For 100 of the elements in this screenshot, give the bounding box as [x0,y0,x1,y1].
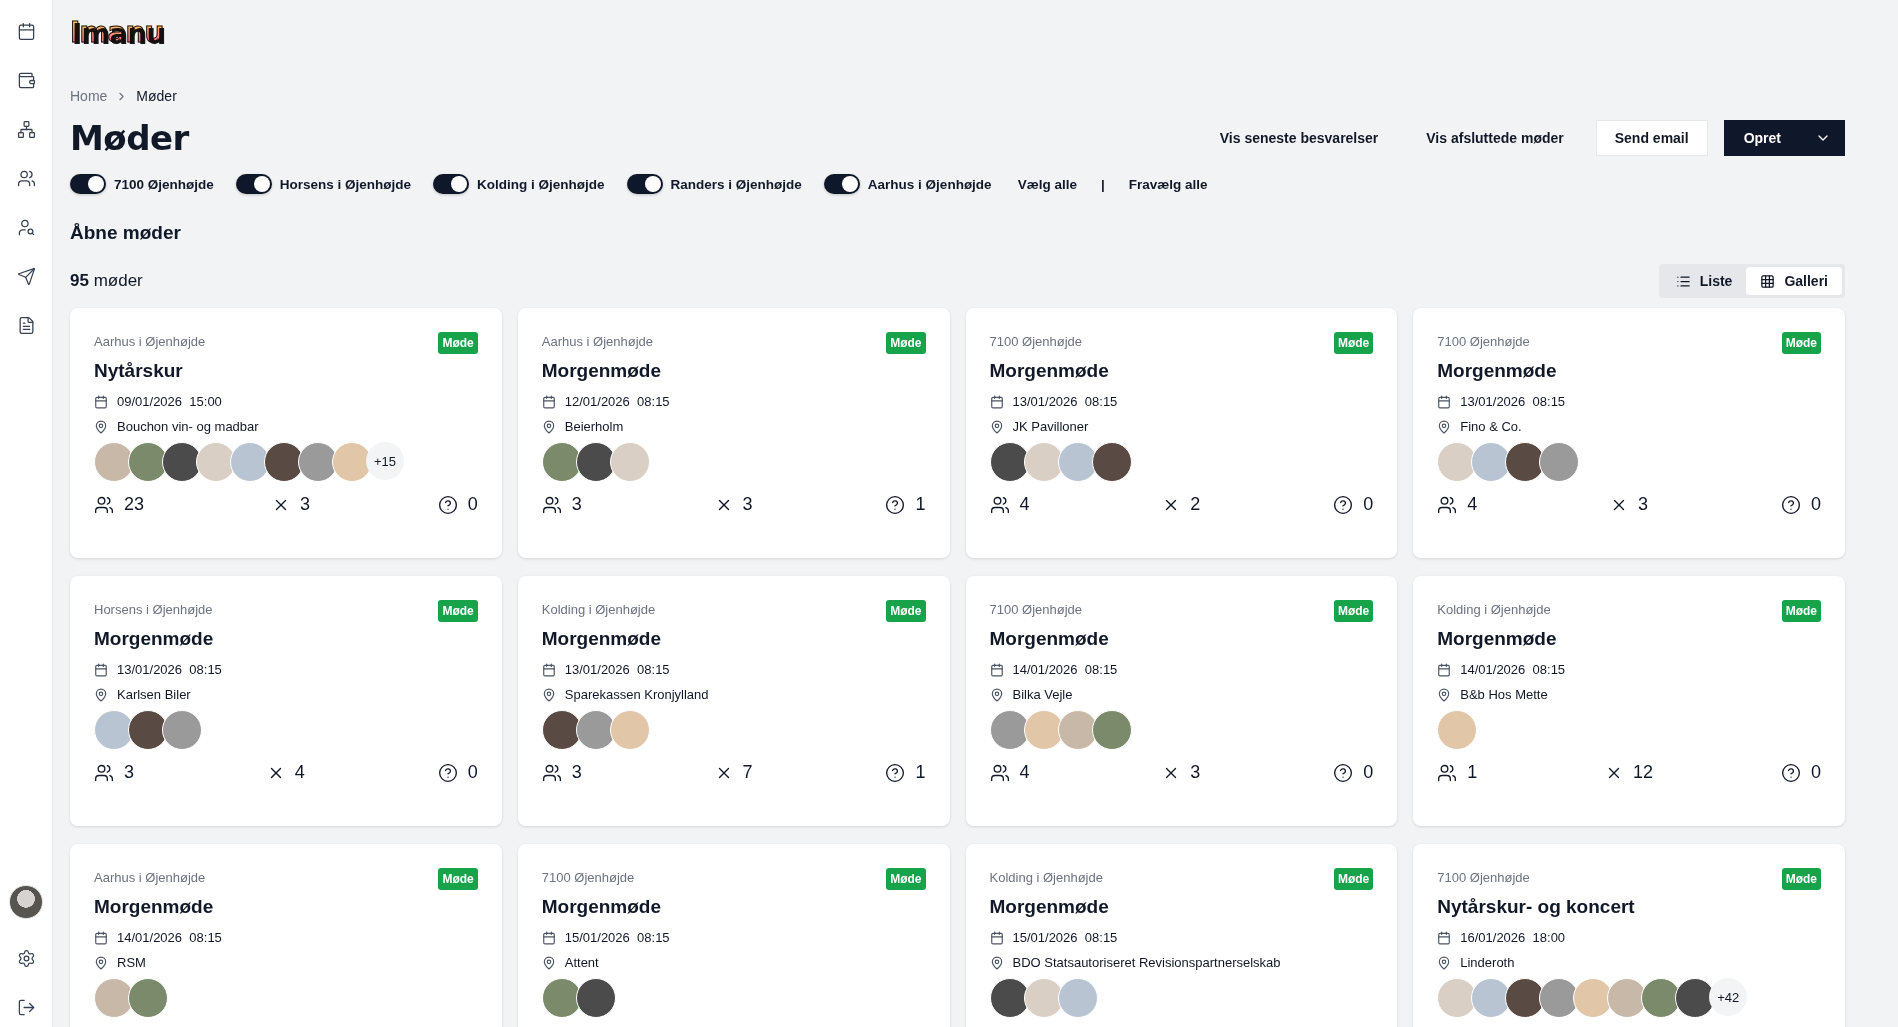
meeting-card[interactable]: Kolding i Øjenhøjde Møde Morgenmøde 15/01/2026 08:15 BDO Statsautoriseret Revisionspartnerselskab [965,844,1398,1027]
view-tab[interactable]: Liste [1661,267,1747,295]
type-tag: Møde [1781,600,1821,622]
grid-icon [1760,273,1776,289]
filter-label: Horsens i Øjenhøjde [279,176,412,192]
avatar [609,442,650,482]
toggle-switch[interactable] [823,174,860,194]
unknown-count: 0 [467,762,478,783]
meeting-card[interactable]: Aarhus i Øjenhøjde Møde Morgenmøde 14/01/2026 08:15 RSM [70,844,502,1027]
meeting-location: RSM [117,955,146,970]
group-name: Horsens i Øjenhøjde [94,602,213,617]
group-name: 7100 Øjenhøjde [989,334,1082,349]
users-icon [1437,762,1458,783]
hierarchy-icon[interactable] [16,120,36,139]
group-name: Kolding i Øjenhøjde [541,602,656,617]
meeting-card[interactable]: 7100 Øjenhøjde Møde Morgenmøde 15/01/2026 08:15 Attent [517,844,950,1027]
page-title: Møder [70,118,189,158]
type-tag: Møde [1781,868,1821,890]
unknown-count: 0 [1811,762,1821,783]
users-icon[interactable] [16,169,36,188]
more-count: +15 [366,442,404,480]
help-icon [437,762,458,783]
toggle-switch[interactable] [235,174,272,194]
users-icon [94,494,114,515]
user-search-icon[interactable] [16,218,36,237]
attending-count: 4 [1019,762,1030,783]
help-icon [1333,762,1354,783]
meeting-location: Fino & Co. [1460,419,1522,434]
declined-count: 3 [299,494,310,515]
group-name: 7100 Øjenhøjde [989,602,1082,617]
deselect-all-link[interactable]: Fravælg alle [1124,176,1212,192]
unknown-count: 1 [915,494,926,515]
avatar [162,710,202,750]
meeting-card[interactable]: Aarhus i Øjenhøjde Møde Morgenmøde 12/01/2026 08:15 Beierholm 3 3 1 [517,308,950,558]
declined-count: 3 [1638,494,1649,515]
avatar [128,978,168,1018]
unknown-count: 0 [1363,494,1374,515]
toggle-switch[interactable] [626,174,663,194]
attending-count: 23 [124,494,145,515]
meeting-card[interactable]: Aarhus i Øjenhøjde Møde Nytårskur 09/01/2026 15:00 Bouchon vin- og madbar +15 23 3 0 [70,308,502,558]
meeting-title: Morgenmøde [94,896,215,918]
help-icon [885,762,906,783]
meeting-card[interactable]: 7100 Øjenhøjde Møde Morgenmøde 13/01/2026 08:15 JK Pavilloner 4 2 0 [965,308,1398,558]
meeting-date: 13/01/2026 08:15 [1012,394,1118,409]
meeting-location: Beierholm [564,419,624,434]
meeting-location: B&b Hos Mette [1460,687,1548,702]
declined-count: 12 [1633,762,1654,783]
attending-count: 3 [571,762,582,783]
group-name: 7100 Øjenhøjde [1437,870,1530,885]
calendar-icon[interactable] [16,22,36,41]
meeting-title: Morgenmøde [541,360,663,382]
create-button[interactable]: Opret [1723,120,1845,156]
attending-count: 4 [1019,494,1030,515]
meeting-card[interactable]: Kolding i Øjenhøjde Møde Morgenmøde 13/01/2026 08:15 Sparekassen Kronjylland 3 7 1 [517,576,950,826]
meeting-title: Morgenmøde [1437,360,1558,382]
filter-label: Kolding i Øjenhøjde [477,176,605,192]
wallet-icon[interactable] [16,71,36,90]
meeting-location: Karlsen Biler [117,687,191,702]
meeting-card[interactable]: 7100 Øjenhøjde Møde Morgenmøde 13/01/2026 08:15 Fino & Co. 4 3 0 [1413,308,1845,558]
meeting-card[interactable]: 7100 Øjenhøjde Møde Morgenmøde 14/01/2026 08:15 Bilka Vejle 4 3 0 [965,576,1398,826]
location-pin-icon [989,955,1004,970]
settings-icon[interactable] [16,949,36,968]
avatar [1539,442,1580,482]
toggle-switch[interactable] [433,174,470,194]
avatar [1091,710,1132,750]
meeting-date: 13/01/2026 08:15 [564,662,670,677]
meeting-card[interactable]: 7100 Øjenhøjde Møde Nytårskur- og koncert 16/01/2026 18:00 Linderoth +42 [1413,844,1845,1027]
calendar-icon [94,930,108,945]
declined-count: 4 [294,762,305,783]
view-tab[interactable]: Galleri [1746,267,1842,295]
group-name: 7100 Øjenhøjde [541,870,635,885]
type-tag: Møde [1333,600,1374,622]
send-icon[interactable] [16,267,36,286]
calendar-icon [1437,662,1452,677]
calendar-icon [1437,930,1452,945]
meeting-card[interactable]: Horsens i Øjenhøjde Møde Morgenmøde 13/01/2026 08:15 Karlsen Biler 3 4 0 [70,576,502,826]
logout-icon[interactable] [16,998,36,1017]
avatar [1057,978,1098,1018]
type-tag: Møde [1333,868,1374,890]
help-icon [885,494,906,515]
unknown-count: 0 [467,494,478,515]
type-tag: Møde [438,868,478,890]
meeting-title: Nytårskur [94,360,184,382]
meeting-location: Bilka Vejle [1012,687,1073,702]
meeting-date: 16/01/2026 18:00 [1460,930,1566,945]
send-email-button[interactable]: Send email [1595,120,1708,156]
filter-label: Randers i Øjenhøjde [670,176,802,192]
group-name: Kolding i Øjenhøjde [989,870,1103,885]
link-button[interactable]: Vis afsluttede møder [1410,120,1580,156]
users-icon [1437,494,1458,515]
user-avatar[interactable] [9,885,43,919]
meeting-title: Morgenmøde [1437,628,1558,650]
select-all-link[interactable]: Vælg alle [1013,176,1081,192]
link-button[interactable]: Vis seneste besvarelser [1203,120,1395,156]
breadcrumb-link[interactable]: Home [70,88,108,104]
users-icon [989,494,1010,515]
meeting-card[interactable]: Kolding i Øjenhøjde Møde Morgenmøde 14/01/2026 08:15 B&b Hos Mette 1 12 0 [1413,576,1845,826]
meeting-date: 09/01/2026 15:00 [117,394,222,409]
toggle-switch[interactable] [70,174,106,194]
calendar-icon [989,662,1004,677]
